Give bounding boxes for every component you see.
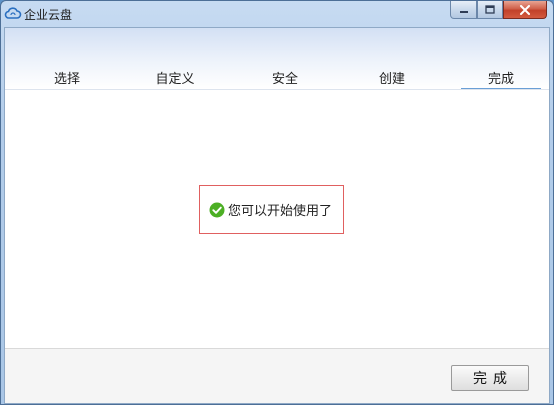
- step-finish: 完成: [461, 68, 541, 89]
- cloud-icon: [4, 7, 22, 19]
- wizard-step-bar: 选择 自定义 安全 创建 完成: [5, 28, 549, 90]
- close-icon: [520, 4, 530, 15]
- step-create: 创建: [378, 72, 405, 87]
- finish-button[interactable]: 完成: [451, 365, 529, 391]
- close-button[interactable]: [503, 1, 547, 19]
- maximize-button[interactable]: [477, 1, 503, 19]
- minimize-button[interactable]: [450, 1, 477, 19]
- step-customize: 自定义: [155, 72, 195, 87]
- window-title: 企业云盘: [24, 8, 73, 22]
- step-select: 选择: [53, 72, 80, 87]
- wizard-panel: 选择 自定义 安全 创建 完成 您可以开始使用了 完成: [4, 27, 550, 404]
- app-window: 企业云盘 选择 自定义 安全 创建 完成 您可以开始使用了 完成: [0, 0, 554, 405]
- completion-message: 您可以开始使用了: [199, 185, 344, 234]
- maximize-icon: [485, 5, 495, 14]
- completion-text: 您可以开始使用了: [228, 204, 333, 219]
- minimize-icon: [459, 10, 468, 13]
- wizard-footer: 完成: [5, 349, 549, 403]
- title-bar[interactable]: 企业云盘: [1, 1, 553, 27]
- step-security: 安全: [271, 72, 298, 87]
- check-circle-icon: [209, 202, 225, 217]
